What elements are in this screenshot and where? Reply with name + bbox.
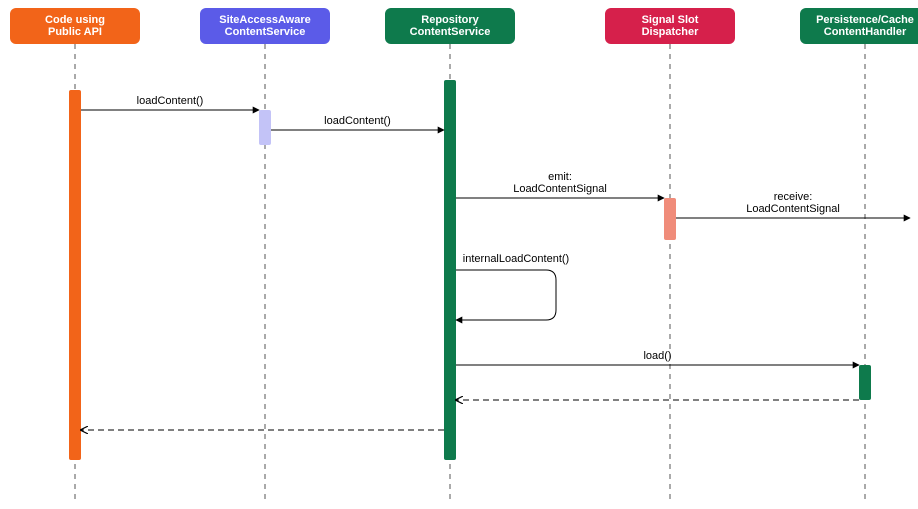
message-label-m2: loadContent()	[324, 115, 391, 127]
participant-label-pers: Persistence/CacheContentHandler	[816, 14, 914, 38]
participant-label-saa: SiteAccessAwareContentService	[219, 14, 311, 38]
participant-saa: SiteAccessAwareContentService	[200, 8, 330, 44]
participant-pers: Persistence/CacheContentHandler	[800, 8, 918, 44]
participant-sig: Signal SlotDispatcher	[605, 8, 735, 44]
participant-label-code: Code usingPublic API	[45, 14, 105, 38]
message-label-m5: internalLoadContent()	[463, 253, 569, 265]
message-m5: internalLoadContent()	[456, 253, 569, 320]
message-label-m4: receive:LoadContentSignal	[746, 191, 840, 215]
sequence-diagram: Code usingPublic API SiteAccessAwareConte…	[0, 0, 918, 509]
message-m1: loadContent()	[81, 95, 259, 110]
message-m4: receive:LoadContentSignal	[676, 191, 910, 218]
message-label-m3: emit:LoadContentSignal	[513, 171, 607, 195]
participant-label-sig: Signal SlotDispatcher	[642, 14, 700, 38]
participant-label-repo: RepositoryContentService	[410, 14, 491, 38]
message-m6: load()	[456, 350, 859, 365]
activation-saa	[259, 110, 271, 145]
activation-code	[69, 90, 81, 460]
message-m2: loadContent()	[271, 115, 444, 130]
message-label-m1: loadContent()	[137, 95, 204, 107]
activation-sig	[664, 198, 676, 240]
participant-repo: RepositoryContentService	[385, 8, 515, 44]
activation-pers	[859, 365, 871, 400]
message-m3: emit:LoadContentSignal	[456, 171, 664, 198]
participant-code: Code usingPublic API	[10, 8, 140, 44]
activation-repo	[444, 80, 456, 460]
message-label-m6: load()	[643, 350, 671, 362]
